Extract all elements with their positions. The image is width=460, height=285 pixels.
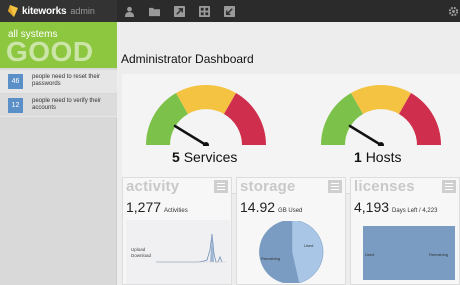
nav-users-button[interactable] xyxy=(117,0,142,22)
main-content: Administrator Dashboard 5 Services 1 Hos… xyxy=(117,22,460,285)
alert-reset-passwords[interactable]: 46 people need to reset their passwords xyxy=(0,70,117,93)
hosts-gauge-label: 1 Hosts xyxy=(354,149,401,165)
send-icon xyxy=(174,5,185,17)
card-menu-icon[interactable] xyxy=(328,180,342,193)
app-name: kiteworks xyxy=(22,5,67,17)
licenses-label-remaining: Remaining xyxy=(429,252,448,257)
folder-icon xyxy=(149,7,160,16)
nav-apps-button[interactable] xyxy=(192,0,217,22)
storage-card[interactable]: storage 14.92 GB Used Used Remaining xyxy=(236,177,346,285)
activity-sparkline xyxy=(156,233,226,263)
stats-cards: activity 1,277 Activities Upload Download… xyxy=(122,177,460,285)
kite-logo-icon xyxy=(8,5,18,17)
gauge-panel: 5 Services 1 Hosts xyxy=(122,74,460,194)
activity-unit: Activities xyxy=(164,208,188,214)
page-title: Administrator Dashboard xyxy=(121,52,254,66)
hosts-count: 1 xyxy=(354,149,362,165)
card-title: storage xyxy=(240,178,296,195)
storage-value: 14.92 GB Used xyxy=(240,199,302,215)
status-value: GOOD xyxy=(6,36,94,67)
services-gauge[interactable] xyxy=(143,82,269,146)
storage-unit: GB Used xyxy=(278,208,303,214)
services-label: Services xyxy=(183,149,238,165)
licenses-card[interactable]: licenses 4,193 Days Left / 4,223 Used Rem… xyxy=(350,177,460,285)
nav-download-button[interactable] xyxy=(217,0,242,22)
settings-button[interactable] xyxy=(446,0,460,22)
card-menu-icon[interactable] xyxy=(442,180,456,193)
card-title: activity xyxy=(126,178,180,195)
gauge-needle xyxy=(348,124,383,146)
alert-text: people need to reset their passwords xyxy=(32,74,101,87)
services-gauge-label: 5 Services xyxy=(172,149,237,165)
grid-icon xyxy=(199,5,210,17)
top-nav xyxy=(117,0,242,22)
activity-value: 1,277 Activities xyxy=(126,199,188,215)
card-title: licenses xyxy=(354,178,415,195)
alert-count-badge: 46 xyxy=(8,73,23,89)
storage-amount: 14.92 xyxy=(240,199,276,215)
gear-icon xyxy=(448,6,458,16)
hosts-label: Hosts xyxy=(365,149,402,165)
alert-verify-accounts[interactable]: 12 people need to verify their accounts xyxy=(0,94,117,117)
hosts-gauge[interactable] xyxy=(318,82,444,146)
brand[interactable]: kiteworks admin xyxy=(0,0,117,22)
licenses-count: 4,193 xyxy=(354,199,390,215)
top-bar: kiteworks admin xyxy=(0,0,460,22)
activity-card[interactable]: activity 1,277 Activities Upload Download xyxy=(122,177,232,285)
licenses-bar-chart: Used Remaining xyxy=(363,226,455,280)
pie-label-remaining: Remaining xyxy=(261,256,280,261)
download-icon xyxy=(224,5,235,17)
alert-text: people need to verify their accounts xyxy=(32,98,102,111)
services-count: 5 xyxy=(172,149,180,165)
activity-chart: Upload Download xyxy=(126,220,230,284)
card-menu-icon[interactable] xyxy=(214,180,228,193)
nav-send-button[interactable] xyxy=(167,0,192,22)
licenses-label-used: Used xyxy=(365,252,374,257)
app-subtitle: admin xyxy=(70,6,95,16)
nav-folders-button[interactable] xyxy=(142,0,167,22)
user-icon xyxy=(124,6,135,17)
activity-count: 1,277 xyxy=(126,199,162,215)
gauge-needle xyxy=(173,124,208,146)
storage-pie-chart: Used Remaining xyxy=(259,221,324,283)
pie-label-used: Used xyxy=(304,243,313,248)
licenses-value: 4,193 Days Left / 4,223 xyxy=(354,199,437,215)
sidebar: all systems GOOD 46 people need to reset… xyxy=(0,22,117,285)
licenses-unit: Days Left / 4,223 xyxy=(392,208,438,214)
system-status-panel: all systems GOOD xyxy=(0,22,117,68)
alert-count-badge: 12 xyxy=(8,97,23,113)
